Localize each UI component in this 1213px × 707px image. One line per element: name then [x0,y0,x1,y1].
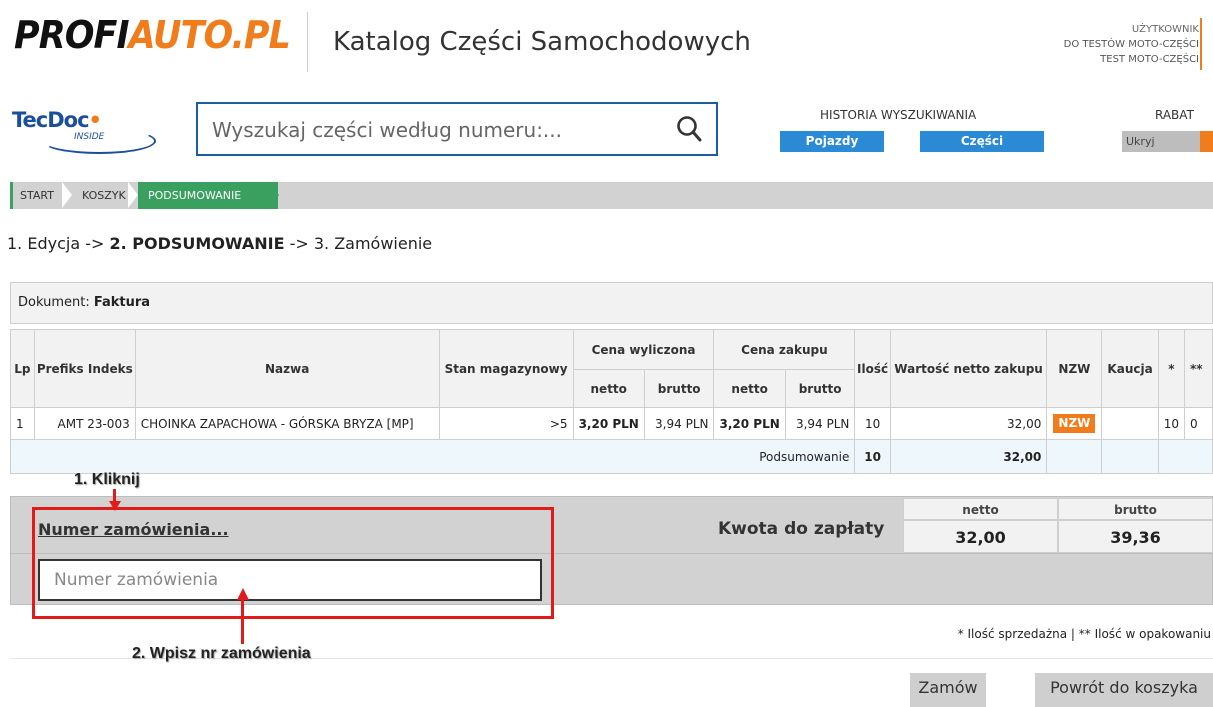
nzw-badge: NZW [1053,414,1096,433]
col-qty: Ilość [854,329,891,408]
table-row: 1 AMT 23-003 CHOINKA ZAPACHOWA - GÓRSKA … [10,407,1213,440]
row-buy-brutto: 3,94 PLN [784,407,856,440]
col-nzw: NZW [1046,329,1103,408]
document-value: Faktura [93,295,151,310]
user-line-1: DO TESTÓW MOTO-CZĘŚCI [1063,39,1199,50]
breadcrumb: START KOSZYK PODSUMOWANIE [10,182,1213,209]
summary-net-value: 32,00 [889,439,1048,474]
header-separator [307,12,308,72]
annotation-step-2: 2. Wpisz nr zamówienia [132,645,311,662]
col-calc-brutto: brutto [643,369,715,408]
document-type-row: Dokument: Faktura [10,282,1213,324]
tecdoc-logo: TecDoc• INSIDE [12,108,156,154]
cart-items-table: Lp Prefiks Indeks Nazwa Stan magazynowy … [9,329,1213,474]
annotation-arrow-1-head-icon [108,501,121,511]
breadcrumb-chevron-icon [268,182,279,208]
row-prefix[interactable]: AMT 23-003 [33,407,136,440]
document-label: Dokument: [18,295,94,310]
col-buy-brutto: brutto [784,369,856,408]
row-net-value: 32,00 [889,407,1048,440]
col-net-value: Wartość netto zakupu [889,329,1048,408]
row-name[interactable]: CHOINKA ZAPACHOWA - GÓRSKA BRYZA [MP] [134,407,440,440]
profiauto-logo[interactable]: PROFIAUTO.PL [14,13,291,57]
search-history-label: HISTORIA WYSZUKIWANIA [820,108,977,122]
amount-due-label: Kwota do zapłaty [718,519,885,539]
row-nzw-cell: NZW [1046,407,1103,440]
col-prefix-index: Prefiks Indeks [33,329,136,408]
quantity-legend: * Ilość sprzedażna | ** Ilość w opakowan… [957,627,1211,641]
breadcrumb-chevron-icon [62,182,72,208]
annotation-arrow-2-head-icon [236,588,249,600]
search-input[interactable] [210,104,664,156]
user-line-2: TEST MOTO-CZĘŚCI [1100,54,1199,65]
row-star1: 10 [1157,407,1185,440]
col-calc-price: Cena wyliczona [572,329,715,370]
back-to-cart-button[interactable]: Powrót do koszyka [1035,673,1213,707]
row-buy-netto: 3,20 PLN [713,407,786,440]
annotation-arrow-2 [241,598,244,644]
breadcrumb-chevron-icon [128,182,138,208]
discount-toggle-knob[interactable] [1200,131,1213,152]
user-accent-bar [1200,18,1202,70]
breadcrumb-summary-active: PODSUMOWANIE [138,182,278,209]
row-calc-netto: 3,20 PLN [572,407,645,440]
row-calc-brutto: 3,94 PLN [643,407,715,440]
amount-netto-value: 32,00 [903,520,1058,553]
summary-row: Podsumowanie 10 32,00 [9,439,1213,474]
history-vehicles-button[interactable]: Pojazdy [780,131,884,152]
row-stock: >5 [438,407,574,440]
logo-part-profi: PROFI [14,13,129,57]
row-lp: 1 [10,407,35,440]
discount-toggle-label: Ukryj [1126,135,1155,148]
amount-brutto-label: brutto [1058,498,1213,520]
amount-brutto-value: 39,36 [1058,520,1213,553]
summary-qty: 10 [854,439,891,474]
history-parts-button[interactable]: Części [920,131,1044,152]
catalog-title: Katalog Części Samochodowych [333,27,751,57]
breadcrumb-start[interactable]: START [10,182,70,209]
row-qty: 10 [854,407,891,440]
discount-toggle[interactable]: Ukryj [1122,131,1213,152]
row-deposit [1101,407,1159,440]
order-steps: 1. Edycja -> 2. PODSUMOWANIE -> 3. Zamów… [7,234,433,253]
logo-part-auto: AUTO.PL [128,13,291,57]
summary-empty [1157,439,1213,474]
user-label: UŻYTKOWNIK [1131,24,1199,35]
col-lp: Lp [10,329,35,408]
summary-empty [1046,439,1103,474]
breadcrumb-accent [10,182,13,209]
annotation-step-1: 1. Kliknij [74,471,140,488]
amount-netto-label: netto [903,498,1058,520]
col-star2: ** [1183,329,1213,408]
order-button[interactable]: Zamów [910,673,986,707]
col-star1: * [1157,329,1185,408]
col-name: Nazwa [134,329,440,408]
search-box [196,102,718,156]
tecdoc-inside: INSIDE [74,132,105,142]
col-deposit: Kaucja [1101,329,1159,408]
discount-label: RABAT [1155,108,1194,122]
tecdoc-brand: TecDoc• [12,108,102,132]
col-calc-netto: netto [572,369,645,408]
user-info[interactable]: UŻYTKOWNIK DO TESTÓW MOTO-CZĘŚCI TEST MO… [1064,22,1199,67]
col-buy-netto: netto [713,369,786,408]
col-purchase-price: Cena zakupu [713,329,856,370]
annotation-highlight-box [32,507,554,619]
search-icon[interactable] [676,115,702,143]
summary-label: Podsumowanie [9,439,856,474]
summary-empty [1101,439,1159,474]
row-star2: 0 [1183,407,1213,440]
col-stock: Stan magazynowy [438,329,574,408]
